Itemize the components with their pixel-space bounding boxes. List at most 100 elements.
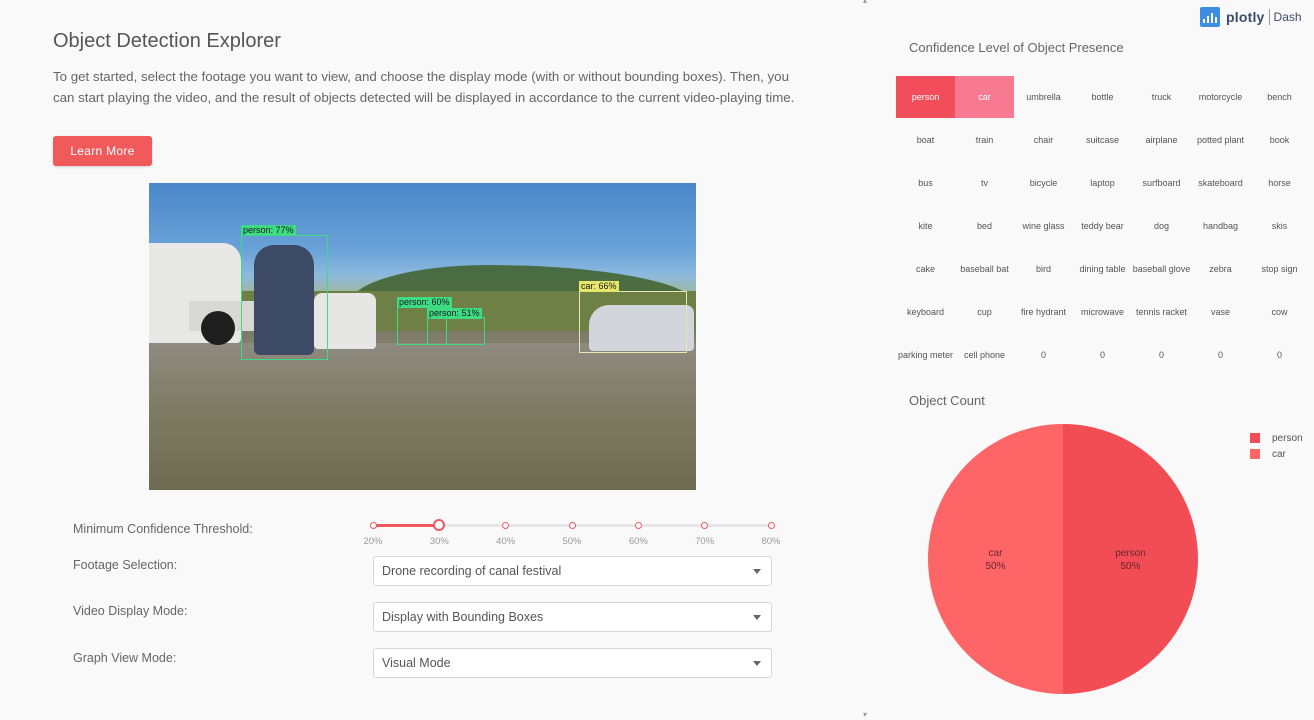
heatmap-cell[interactable]: skis — [1250, 205, 1309, 247]
heatmap-cell[interactable]: handbag — [1191, 205, 1250, 247]
heatmap-cell[interactable]: cup — [955, 291, 1014, 333]
slider-mark-label[interactable]: 50% — [557, 536, 587, 547]
bbox-label-person-1: person: 77% — [241, 225, 296, 236]
slider-dot[interactable] — [634, 522, 642, 529]
slider-dot[interactable] — [502, 522, 510, 529]
heatmap-cell[interactable]: horse — [1250, 162, 1309, 204]
slider-mark-label[interactable]: 40% — [491, 536, 521, 547]
slider-mark-label[interactable]: 60% — [623, 536, 653, 547]
slider-mark-label[interactable]: 30% — [424, 536, 454, 547]
video-ground — [149, 343, 696, 490]
display-mode-select[interactable]: Display with Bounding Boxes — [373, 602, 772, 632]
heatmap-cell[interactable]: 0 — [1014, 334, 1073, 376]
object-count-pie[interactable]: person 50% car 50% — [928, 424, 1198, 694]
heatmap-cell[interactable]: airplane — [1132, 119, 1191, 161]
page-title: Object Detection Explorer — [53, 30, 281, 52]
learn-more-button[interactable]: Learn More — [53, 136, 152, 166]
legend-item[interactable]: car — [1250, 446, 1303, 462]
heatmap-cell[interactable]: motorcycle — [1191, 76, 1250, 118]
bbox-label-person-3: person: 51% — [427, 308, 482, 319]
heatmap-cell[interactable]: umbrella — [1014, 76, 1073, 118]
legend-swatch — [1250, 433, 1260, 443]
bbox-person-3 — [427, 317, 485, 345]
logo-separator — [1268, 9, 1270, 25]
chevron-down-icon[interactable] — [753, 569, 761, 574]
heatmap-cell[interactable]: cow — [1250, 291, 1309, 333]
heatmap-cell[interactable]: tennis racket — [1132, 291, 1191, 333]
bbox-label-car-1: car: 66% — [579, 281, 619, 292]
right-panel: plotly Dash Confidence Level of Object P… — [868, 0, 1314, 720]
heatmap-cell[interactable]: book — [1250, 119, 1309, 161]
chevron-down-icon[interactable] — [753, 615, 761, 620]
graph-mode-label: Graph View Mode: — [73, 651, 177, 665]
slider-handle[interactable] — [433, 519, 446, 531]
confidence-threshold-slider[interactable]: 20% 30% 40% 50% 60% 70% 80% — [363, 518, 781, 548]
heatmap-cell[interactable]: person — [896, 76, 955, 118]
footage-select[interactable]: Drone recording of canal festival — [373, 556, 772, 586]
video-wheel — [201, 311, 235, 345]
heatmap-cell[interactable]: dining table — [1073, 248, 1132, 290]
heatmap-cell[interactable]: baseball bat — [955, 248, 1014, 290]
pie-legend[interactable]: person car — [1250, 430, 1303, 462]
heatmap-cell[interactable]: bottle — [1073, 76, 1132, 118]
bbox-person-1 — [241, 235, 328, 360]
legend-label: person — [1272, 432, 1303, 444]
heatmap-cell[interactable]: cell phone — [955, 334, 1014, 376]
heatmap-cell[interactable]: bed — [955, 205, 1014, 247]
slider-mark-label[interactable]: 70% — [690, 536, 720, 547]
heatmap-cell[interactable]: parking meter — [896, 334, 955, 376]
graph-mode-select[interactable]: Visual Mode — [373, 648, 772, 678]
heatmap-cell[interactable]: bird — [1014, 248, 1073, 290]
page-description: To get started, select the footage you w… — [53, 69, 795, 105]
heatmap-cell[interactable]: bench — [1250, 76, 1309, 118]
slider-dot[interactable] — [767, 522, 775, 529]
slider-dot[interactable] — [701, 522, 709, 529]
heatmap-cell[interactable]: car — [955, 76, 1014, 118]
heatmap-cell[interactable]: fire hydrant — [1014, 291, 1073, 333]
heatmap-cell[interactable]: surfboard — [1132, 162, 1191, 204]
heatmap-cell[interactable]: bicycle — [1014, 162, 1073, 204]
slider-mark-label[interactable]: 80% — [756, 536, 786, 547]
heatmap-cell[interactable]: bus — [896, 162, 955, 204]
pie-slice-label: person 50% — [1115, 548, 1146, 572]
display-mode-label: Video Display Mode: — [73, 604, 188, 618]
heatmap-cell[interactable]: tv — [955, 162, 1014, 204]
slider-dot[interactable] — [369, 522, 377, 529]
heatmap-cell[interactable]: potted plant — [1191, 119, 1250, 161]
heatmap-cell[interactable]: 0 — [1191, 334, 1250, 376]
plotly-dash-logo[interactable]: plotly Dash — [1200, 6, 1314, 28]
chevron-up-icon: ▴ — [863, 0, 868, 5]
heatmap-cell[interactable]: stop sign — [1250, 248, 1309, 290]
heatmap-cell[interactable]: 0 — [1073, 334, 1132, 376]
heatmap-cell[interactable]: teddy bear — [1073, 205, 1132, 247]
chevron-down-icon[interactable] — [753, 661, 761, 666]
slider-track — [373, 524, 440, 527]
footage-label: Footage Selection: — [73, 558, 178, 572]
heatmap-cell[interactable]: chair — [1014, 119, 1073, 161]
slider-mark-label[interactable]: 20% — [358, 536, 388, 547]
legend-item[interactable]: person — [1250, 430, 1303, 446]
heatmap-cell[interactable]: dog — [1132, 205, 1191, 247]
heatmap-cell[interactable]: 0 — [1132, 334, 1191, 376]
plotly-logo-icon — [1200, 7, 1220, 27]
slider-dot[interactable] — [568, 522, 576, 529]
heatmap-cell[interactable]: vase — [1191, 291, 1250, 333]
heatmap-cell[interactable]: suitcase — [1073, 119, 1132, 161]
heatmap-cell[interactable]: boat — [896, 119, 955, 161]
heatmap-cell[interactable]: 0 — [1250, 334, 1309, 376]
heatmap-cell[interactable]: baseball glove — [1132, 248, 1191, 290]
heatmap-cell[interactable]: train — [955, 119, 1014, 161]
heatmap-cell[interactable]: zebra — [1191, 248, 1250, 290]
heatmap-cell[interactable]: truck — [1132, 76, 1191, 118]
heatmap-cell[interactable]: wine glass — [1014, 205, 1073, 247]
chevron-down-icon: ▾ — [863, 710, 868, 719]
heatmap-cell[interactable]: microwave — [1073, 291, 1132, 333]
heatmap-cell[interactable]: keyboard — [896, 291, 955, 333]
video-player[interactable]: person: 77% person: 60% person: 51% car:… — [149, 183, 696, 490]
heatmap-cell[interactable]: skateboard — [1191, 162, 1250, 204]
heatmap-cell[interactable]: cake — [896, 248, 955, 290]
heatmap-cell[interactable]: laptop — [1073, 162, 1132, 204]
logo-product: Dash — [1273, 10, 1302, 24]
bbox-car-1 — [579, 291, 687, 353]
heatmap-cell[interactable]: kite — [896, 205, 955, 247]
